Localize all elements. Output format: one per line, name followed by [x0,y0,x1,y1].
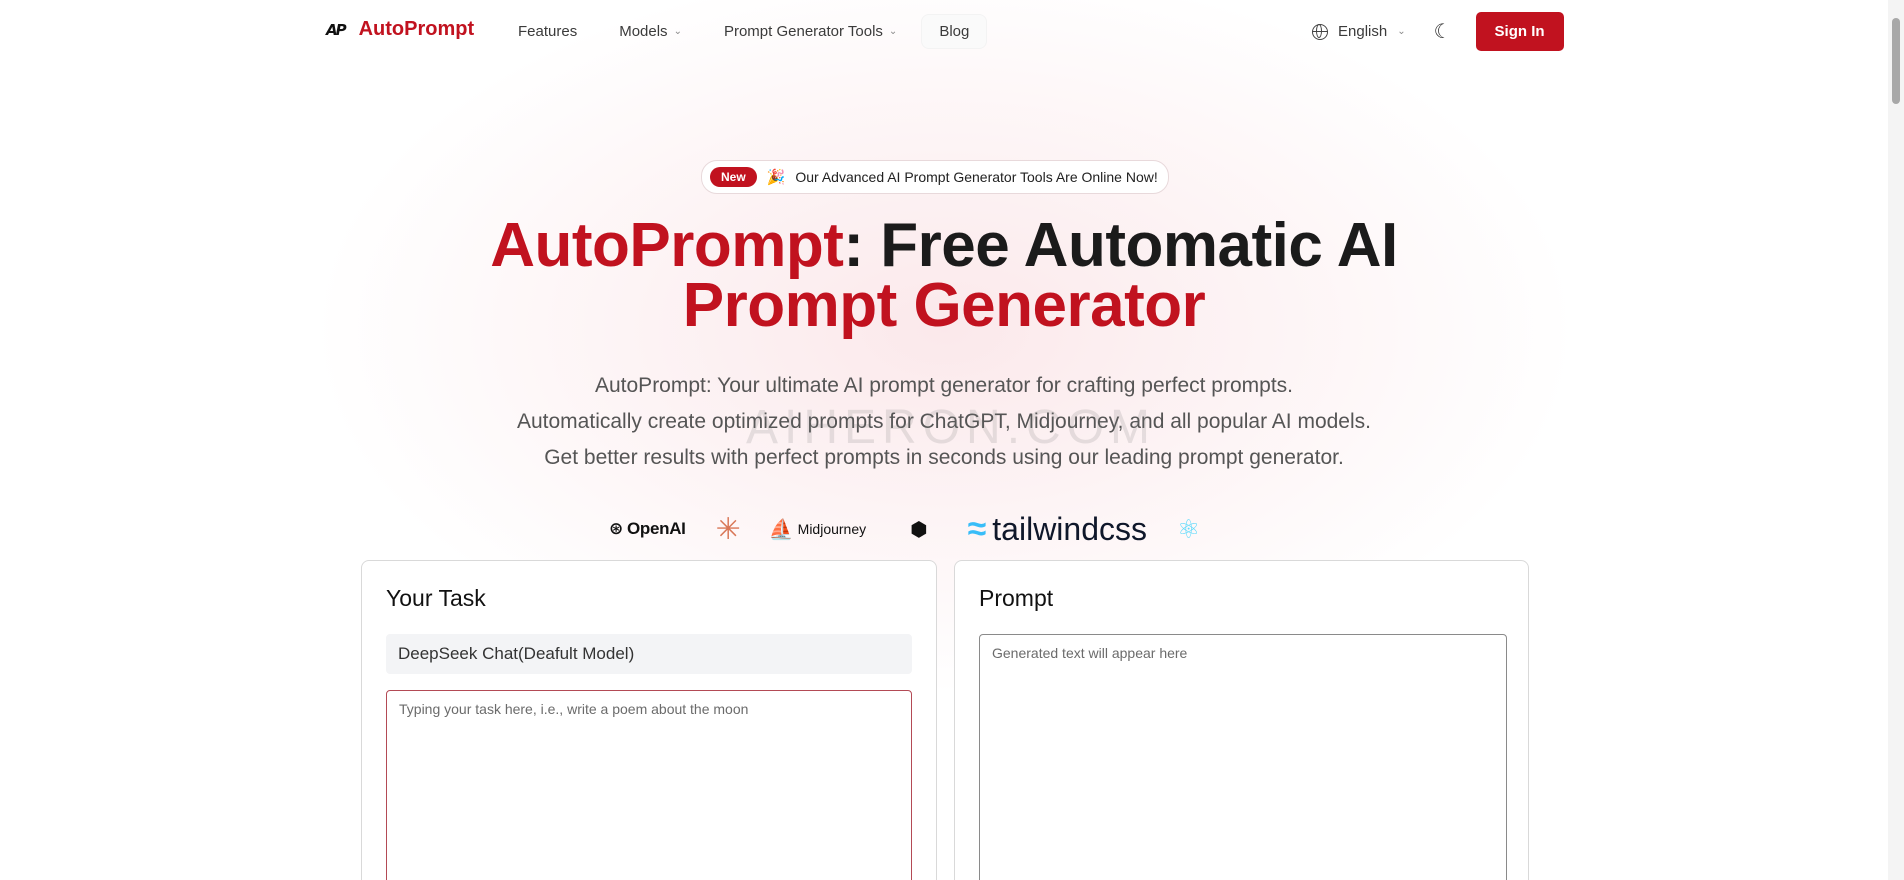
nav-link-label: Features [518,23,578,40]
brand-name: AutoPrompt [358,18,475,40]
sailboat-icon: ⛵ [768,518,794,541]
openai-logo: ⊛ OpenAI [609,519,686,539]
nav-link-features[interactable]: Features [500,14,595,49]
language-label: English [1338,23,1388,40]
announcement-text: Our Advanced AI Prompt Generator Tools A… [795,169,1158,185]
claude-icon: ✳ [715,512,741,546]
language-selector[interactable]: English ⌄ [1312,23,1406,40]
brand-logo-link[interactable]: AP AutoPrompt [326,18,474,41]
nav-link-prompt-generator-tools[interactable]: Prompt Generator Tools ⌄ [706,14,915,49]
hero-title-brand: AutoPrompt [490,211,844,280]
model-select[interactable]: DeepSeek Chat(Deafult Model) [386,634,912,674]
hero-description: AutoPrompt: Your ultimate AI prompt gene… [0,368,1888,476]
party-popper-icon: 🎉 [766,169,786,186]
model-logos-strip: ⊛ OpenAI ✳ ⛵ Midjourney ⬢ ≈ tailwindcss … [609,510,1201,549]
autoprompt-logo-icon: AP [326,20,347,39]
theme-toggle-button[interactable]: ☾ [1434,22,1452,42]
hero-title-line2: Prompt Generator [682,271,1206,340]
openai-wordmark: OpenAI [626,519,686,538]
moon-icon: ☾ [1433,20,1452,43]
sign-in-button[interactable]: Sign In [1475,12,1564,51]
prompt-output[interactable] [979,634,1507,880]
task-input[interactable] [386,690,912,880]
prompt-panel-title: Prompt [979,585,1054,611]
midjourney-logo: ⛵ Midjourney [769,517,866,542]
task-panel-title: Your Task [386,585,486,611]
tailwind-wave-icon: ≈ [967,509,987,548]
hero-title-rest: : Free Automatic AI [843,211,1398,280]
midjourney-wordmark: Midjourney [797,521,867,537]
chevron-down-icon: ⌄ [673,26,682,37]
hero-description-line: AutoPrompt: Your ultimate AI prompt gene… [594,374,1293,397]
nav-link-label: Models [619,23,668,40]
nav-link-label: Blog [939,23,970,40]
nav-link-models[interactable]: Models ⌄ [601,14,700,49]
prompt-panel: Prompt [954,560,1529,880]
chevron-down-icon: ⌄ [888,26,898,37]
hero-title: AutoPrompt: Free Automatic AI Prompt Gen… [0,215,1888,337]
nav-links: Features Models ⌄ Prompt Generator Tools… [500,14,988,49]
page-scrollbar[interactable] [1888,0,1904,880]
hero-description-line: Get better results with perfect prompts … [544,446,1344,469]
task-panel: Your Task DeepSeek Chat(Deafult Model) [361,560,937,880]
chevron-down-icon: ⌄ [1397,26,1406,37]
react-icon: ⚛ [1177,513,1201,544]
new-tag: New [710,167,757,187]
nav-link-label: Prompt Generator Tools [723,23,883,40]
tailwindcss-logo: ≈ tailwindcss [968,510,1147,549]
nav-link-blog[interactable]: Blog [921,14,988,49]
announcement-badge[interactable]: New 🎉 Our Advanced AI Prompt Generator T… [701,160,1169,194]
nav-actions: English ⌄ ☾ Sign In [1312,12,1564,51]
globe-icon [1312,23,1328,40]
openai-icon: ⊛ [609,519,623,538]
top-navbar: AP AutoPrompt Features Models ⌄ Prompt G… [0,0,1888,64]
scrollbar-thumb[interactable] [1892,18,1900,104]
tailwindcss-wordmark: tailwindcss [992,510,1147,547]
hero-description-line: Automatically create optimized prompts f… [516,410,1371,433]
cube-icon: ⬢ [910,518,928,541]
